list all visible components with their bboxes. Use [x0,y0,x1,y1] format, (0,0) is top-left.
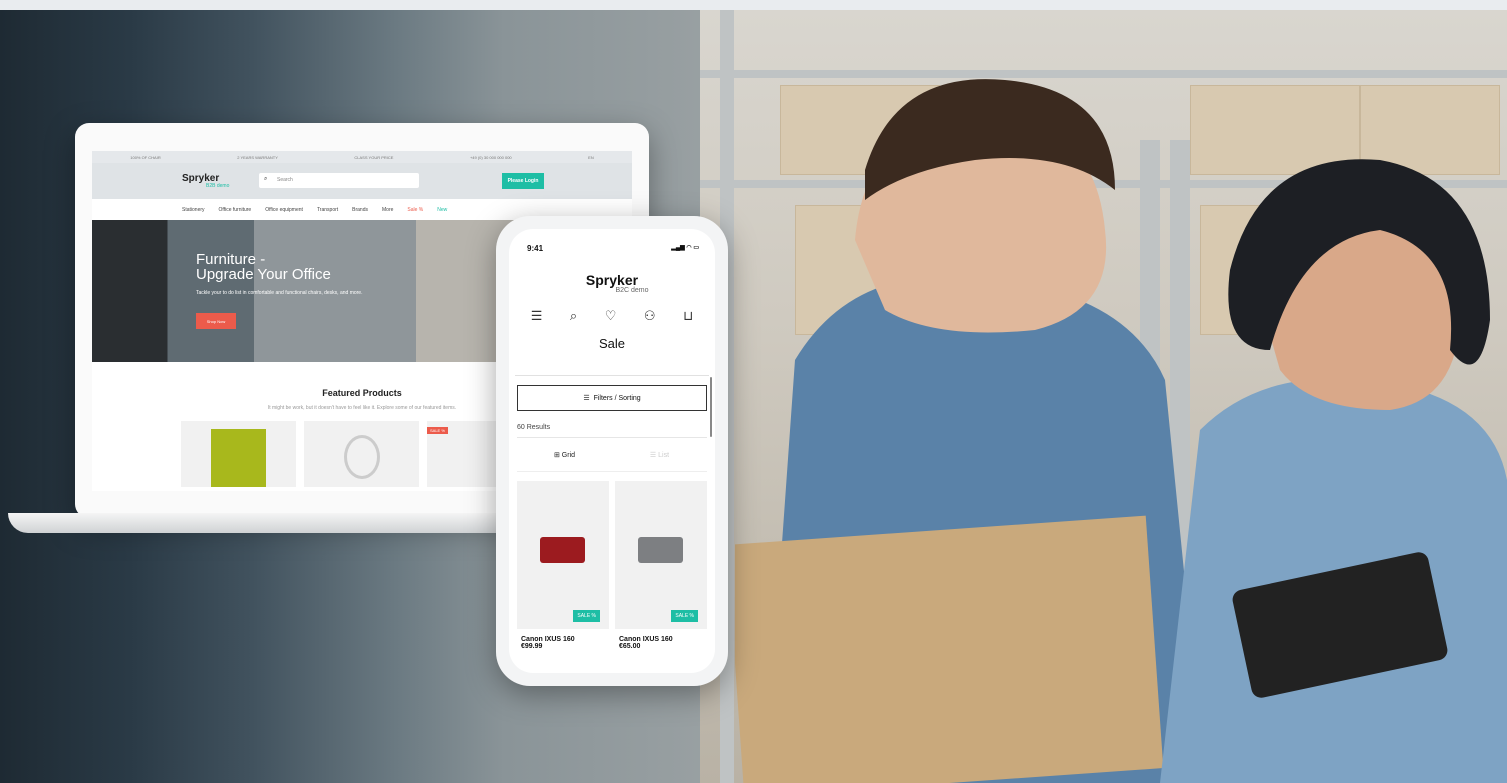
search-placeholder: Search [277,177,293,183]
list-label: List [658,452,670,459]
logo-sub: B2C demo [615,287,649,294]
hero-scene: 100% OF CHAIR 2 YEARS WARRANTY CLASS YOU… [0,0,1507,783]
view-toggle: ⊞ Grid ☰ List [517,451,707,459]
woman-with-tablet [1160,159,1507,783]
product-name: Canon IXUS 160 [521,636,575,643]
list-icon: ☰ [649,452,657,459]
nav-item-new[interactable]: New [437,207,447,213]
shop-now-button[interactable]: Shop Now [196,313,236,329]
product-card[interactable]: SALE % Canon IXUS 160 €99.99 [517,481,609,650]
language-select[interactable]: EN [588,155,594,160]
product-card[interactable] [304,421,419,487]
search-icon[interactable]: ⌕ [570,308,577,324]
signal-wifi-battery-icon: ▂▄▆ ◠ ▭ [671,245,699,251]
nav-item[interactable]: Brands [352,207,368,213]
product-name: Canon IXUS 160 [619,636,673,643]
logo-text: Spryker [585,272,639,288]
search-icon: ⌕ [264,176,268,182]
login-button[interactable]: Please Login [502,173,544,189]
results-count: 60 Results [517,424,551,431]
grid-view-button[interactable]: ⊞ Grid [517,451,612,459]
nav-item[interactable]: Office furniture [219,207,252,213]
man-holding-box [735,79,1205,783]
product-price: €65.00 [619,643,641,650]
heart-icon[interactable]: ♡ [605,308,617,324]
product-card[interactable] [181,421,296,487]
topbar-item: 100% OF CHAIR [130,154,161,160]
search-input[interactable]: ⌕ Search [259,173,419,188]
user-icon[interactable]: ⚇ [644,308,656,324]
filter-icon: ☰ [583,395,590,402]
camera-image [540,537,585,563]
phone-mockup: 9:41 ▂▄▆ ◠ ▭ Spryker B2C demo ☰ ⌕ ♡ ⚇ ⊔ S… [496,216,728,686]
menu-icon[interactable]: ☰ [531,308,543,324]
logo-sub: B2B demo [206,183,230,189]
nav-item[interactable]: Office equipment [265,207,303,213]
divider [517,437,707,438]
sale-badge: SALE % [573,610,600,622]
filter-label: Filters / Sorting [593,394,641,402]
page-title: Sale [598,336,626,351]
nav-item[interactable]: Transport [317,207,338,213]
laptop-topbar: 100% OF CHAIR 2 YEARS WARRANTY CLASS YOU… [92,151,632,163]
sale-badge: SALE % [427,427,448,434]
phone-toolbar: ☰ ⌕ ♡ ⚇ ⊔ [517,308,707,324]
product-image: SALE % [517,481,609,629]
scrollbar[interactable] [710,377,712,437]
nav-item[interactable]: More [382,207,393,213]
divider [515,375,709,376]
nav-item-sale[interactable]: Sale % [407,207,423,213]
divider [517,471,707,472]
status-bar: 9:41 ▂▄▆ ◠ ▭ [509,229,715,265]
notebook-image [211,429,266,487]
topbar-item: 2 YEARS WARRANTY [237,154,278,160]
topbar-item: CLASS YOUR PRICE [354,154,394,160]
cable-image [344,435,380,479]
hero-title: Furniture - Upgrade Your Office [196,252,331,282]
top-band [0,0,1507,10]
product-card[interactable]: SALE % Canon IXUS 160 €65.00 [615,481,707,650]
spryker-logo[interactable]: Spryker B2B demo [182,173,229,189]
laptop-header: Spryker B2B demo ⌕ Search Please Login [92,163,632,199]
sale-badge: SALE % [671,610,698,622]
grid-icon: ⊞ [553,452,560,459]
nav-item[interactable]: Stationery [182,207,205,213]
phone-screen: 9:41 ▂▄▆ ◠ ▭ Spryker B2C demo ☰ ⌕ ♡ ⚇ ⊔ S… [509,229,715,673]
hero-text: Tackle your to do list in comfortable an… [196,290,363,296]
filters-sorting-button[interactable]: ☰ Filters / Sorting [517,385,707,411]
list-view-button[interactable]: ☰ List [612,451,707,459]
hero-title-line2: Upgrade Your Office [196,266,331,283]
topbar-phone: +49 (0) 30 000 000 000 [469,154,512,160]
camera-image [638,537,683,563]
status-time: 9:41 [527,244,544,253]
grid-label: Grid [561,452,576,459]
product-price: €99.99 [521,643,543,650]
product-grid: SALE % Canon IXUS 160 €99.99 SALE % Cano… [517,481,707,650]
spryker-logo[interactable]: Spryker B2C demo [509,272,715,294]
product-image: SALE % [615,481,707,629]
cart-icon[interactable]: ⊔ [683,308,693,324]
